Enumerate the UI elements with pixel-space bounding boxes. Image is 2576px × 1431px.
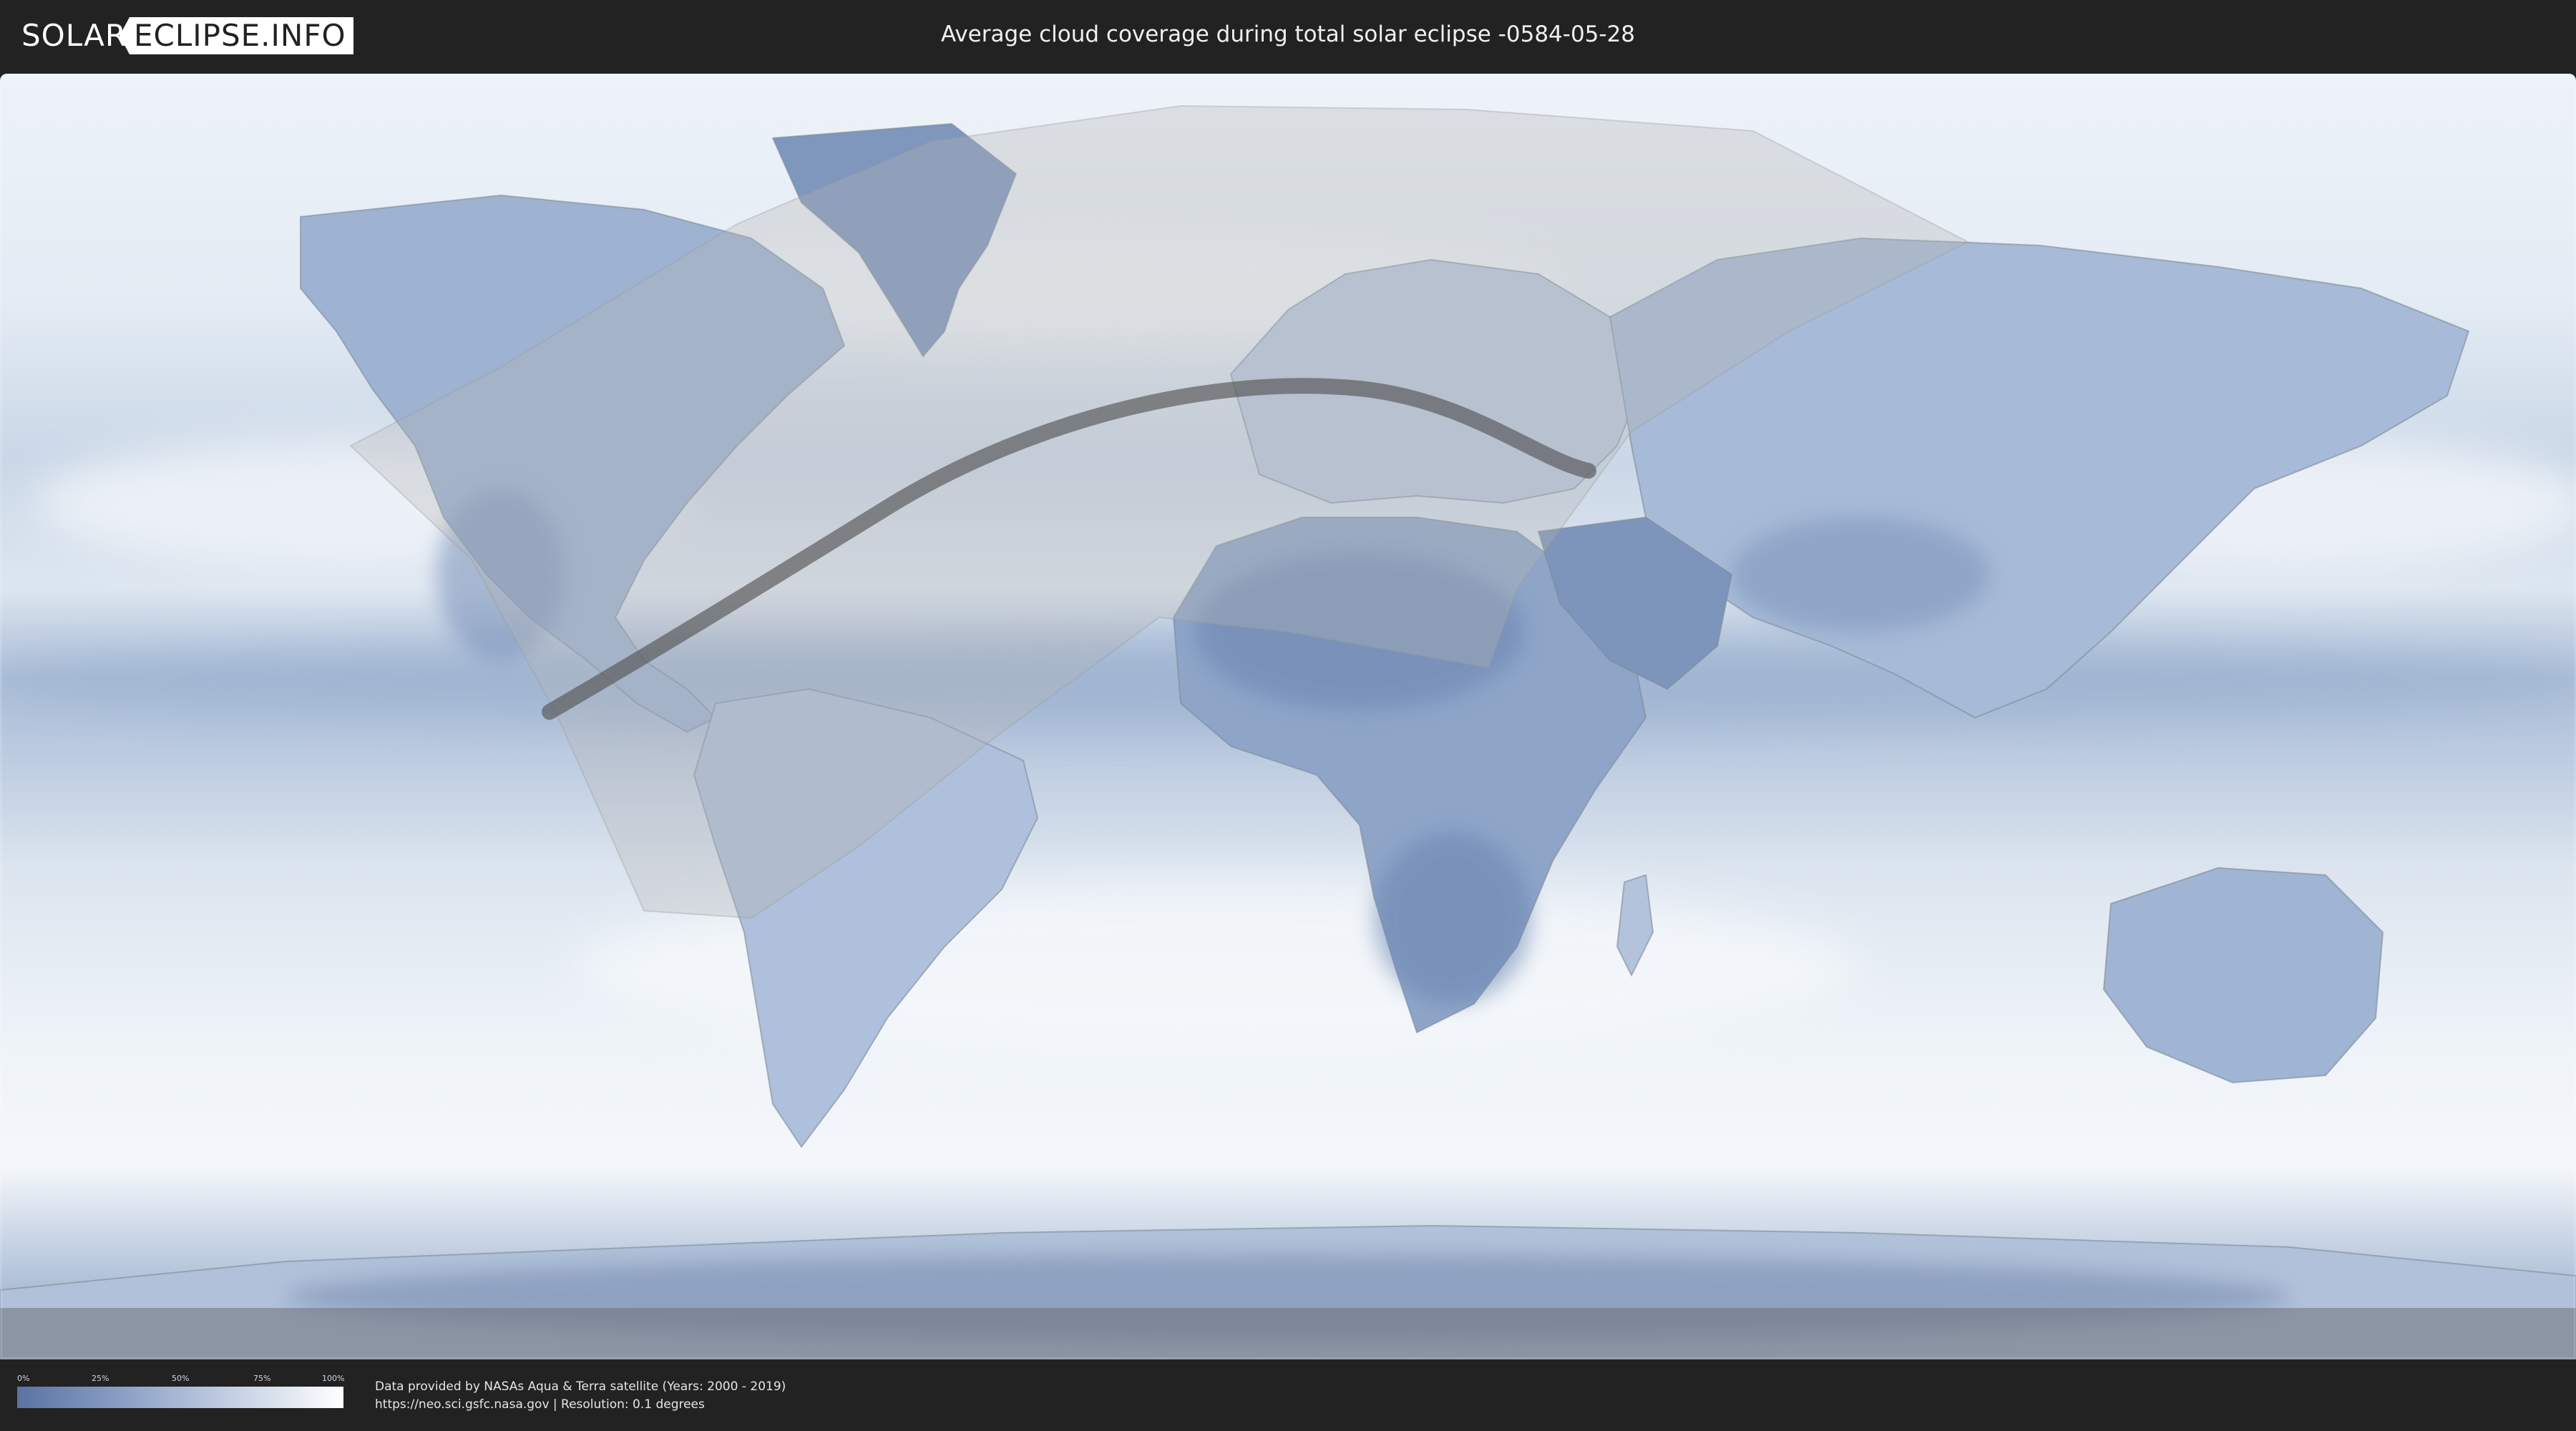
cloud-coverage-map[interactable] [0,74,2576,1359]
legend-tick-0: 0% [17,1374,30,1383]
legend-tick-50: 50% [172,1374,190,1383]
legend-tick-75: 75% [253,1374,271,1383]
world-map-svg [0,74,2576,1359]
legend-tick-25: 25% [92,1374,109,1383]
data-source-link[interactable]: https://neo.sci.gsfc.nasa.gov | Resoluti… [375,1397,705,1412]
legend-color-scale [17,1387,343,1408]
legend-tick-100: 100% [322,1374,345,1383]
polar-no-data-strip [0,1308,2576,1359]
page-title: Average cloud coverage during total sola… [940,21,1636,47]
page-root: SOLAR ECLIPSE.INFO Average cloud coverag… [0,0,2576,1431]
cloud-coverage-legend: 0% 25% 50% 75% 100% [17,1374,345,1414]
header-bar: SOLAR ECLIPSE.INFO Average cloud coverag… [0,0,2576,72]
data-source-credit: Data provided by NASAs Aqua & Terra sate… [375,1379,786,1394]
footer-bar: 0% 25% 50% 75% 100% Data provided by NAS… [0,1359,2576,1431]
